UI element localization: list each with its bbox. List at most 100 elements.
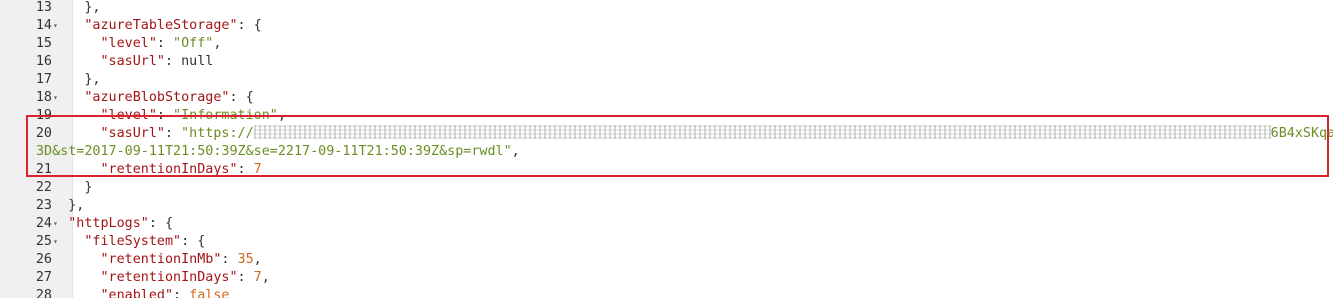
code-line[interactable]: 21 "retentionInDays": 7 — [0, 161, 1330, 179]
token-pun: }, — [84, 0, 101, 15]
code-line[interactable]: 27 "retentionInDays": 7, — [0, 269, 1330, 287]
line-number: 23 — [35, 198, 52, 213]
line-number: 25 — [35, 234, 52, 249]
line-number: 16 — [35, 54, 52, 69]
token-str: 3D&st=2017-09-11T21:50:39Z&se=2217-09-11… — [36, 144, 512, 159]
code-line[interactable]: 14 ▾ "azureTableStorage": { — [0, 17, 1330, 35]
line-number: 21 — [35, 162, 52, 177]
code-line[interactable]: 17}, — [0, 71, 1330, 89]
line-text: }, — [68, 197, 84, 215]
token-key: "httpLogs" — [68, 216, 149, 231]
code-line[interactable]: 26 "retentionInMb": 35, — [0, 251, 1330, 269]
code-line[interactable]: 20 "sasUrl": "https://6B4xSKqaQ6UyXoYUEyu… — [0, 125, 1343, 143]
line-number: 26 — [35, 252, 52, 267]
token-pun: : { — [237, 18, 262, 33]
code-editor[interactable]: 13}, 14 ▾ "azureTableStorage": {15 "level": … — [0, 0, 1343, 298]
wrapped-line-text: 3D&st=2017-09-11T21:50:39Z&se=2217-09-11… — [36, 143, 520, 161]
token-pun: } — [84, 180, 93, 195]
line-number: 18 — [35, 90, 52, 105]
line-number: 20 — [35, 126, 52, 141]
line-number: 24 — [35, 216, 52, 231]
token-pun: : — [173, 288, 190, 298]
token-pun: , — [261, 270, 270, 285]
token-key: "fileSystem" — [84, 234, 182, 249]
line-text: "retentionInMb": 35, — [100, 251, 261, 269]
line-text: "sasUrl": "https://6B4xSKqaQ6UyXoYUEyuY% — [100, 125, 1343, 143]
token-num: 35 — [237, 252, 254, 267]
code-line[interactable]: 25 ▾ "fileSystem": { — [0, 233, 1330, 251]
line-number: 14 — [35, 18, 52, 33]
code-line[interactable]: 23}, — [0, 197, 1330, 215]
token-pun: : — [221, 252, 238, 267]
token-pun: : { — [181, 234, 206, 249]
token-key: "sasUrl" — [100, 54, 165, 69]
token-key: "azureTableStorage" — [84, 18, 238, 33]
fold-toggle-icon[interactable]: ▾ — [53, 233, 63, 251]
token-pun: , — [253, 252, 262, 267]
code-line[interactable]: 19 "level": "Information", — [0, 107, 1330, 125]
line-text: "retentionInDays": 7 — [100, 161, 261, 179]
line-text: "azureTableStorage": { — [84, 17, 261, 35]
token-pun: }, — [84, 72, 101, 87]
token-pun: : { — [148, 216, 174, 231]
token-str: "Information" — [173, 108, 278, 123]
code-line[interactable]: 3D&st=2017-09-11T21:50:39Z&se=2217-09-11… — [0, 143, 1330, 161]
token-nul: null — [181, 54, 214, 69]
token-key: "retentionInMb" — [100, 252, 222, 267]
token-pun: , — [511, 144, 520, 159]
token-pun: : — [156, 36, 174, 51]
token-num: false — [189, 288, 230, 298]
line-number: 15 — [35, 36, 52, 51]
token-key: "enabled" — [100, 288, 174, 298]
redacted-token — [253, 125, 1271, 139]
token-key: "sasUrl" — [100, 126, 165, 141]
fold-toggle-icon[interactable]: ▾ — [53, 89, 63, 107]
code-area[interactable]: 13}, 14 ▾ "azureTableStorage": {15 "level": … — [0, 0, 1343, 298]
line-text: "azureBlobStorage": { — [84, 89, 253, 107]
token-str: "Off" — [173, 36, 214, 51]
token-key: "level" — [100, 36, 157, 51]
line-text: "level": "Information", — [100, 107, 285, 125]
line-text: "retentionInDays": 7, — [100, 269, 269, 287]
token-pun: , — [277, 108, 286, 123]
code-line[interactable]: 18 ▾ "azureBlobStorage": { — [0, 89, 1330, 107]
code-line[interactable]: 24 ▾ "httpLogs": { — [0, 215, 1330, 233]
token-pun: : — [156, 108, 174, 123]
code-line[interactable]: 22} — [0, 179, 1330, 197]
line-text: "sasUrl": null — [100, 53, 213, 71]
line-text: "level": "Off", — [100, 35, 221, 53]
code-line[interactable]: 15 "level": "Off", — [0, 35, 1330, 53]
line-number: 22 — [35, 180, 52, 195]
token-pun: : — [237, 270, 254, 285]
fold-toggle-icon[interactable]: ▾ — [53, 215, 63, 233]
token-key: "azureBlobStorage" — [84, 90, 230, 105]
line-number: 27 — [35, 270, 52, 285]
token-num: 7 — [253, 162, 262, 177]
code-line[interactable]: 13}, — [0, 0, 1330, 17]
token-pun: : — [237, 162, 254, 177]
token-str: "https:// — [181, 126, 254, 141]
line-text: "enabled": false — [100, 287, 229, 298]
code-line[interactable]: 28 "enabled": false — [0, 287, 1330, 298]
line-text: }, — [84, 0, 100, 17]
line-number: 17 — [35, 72, 52, 87]
line-number: 28 — [35, 288, 52, 298]
token-pun: , — [213, 36, 222, 51]
token-pun: }, — [68, 198, 85, 213]
token-pun: : { — [229, 90, 254, 105]
token-key: "level" — [100, 108, 157, 123]
token-key: "retentionInDays" — [100, 162, 238, 177]
line-text: } — [84, 179, 92, 197]
line-text: "httpLogs": { — [68, 215, 173, 233]
token-num: 7 — [253, 270, 262, 285]
line-text: }, — [84, 71, 100, 89]
token-pun: : — [164, 126, 182, 141]
line-number: 19 — [35, 108, 52, 123]
vertical-scrollbar[interactable] — [1333, 0, 1343, 298]
token-key: "retentionInDays" — [100, 270, 238, 285]
line-number: 13 — [35, 0, 52, 15]
code-line[interactable]: 16 "sasUrl": null — [0, 53, 1330, 71]
fold-toggle-icon[interactable]: ▾ — [53, 17, 63, 35]
token-pun: : — [164, 54, 182, 69]
line-text: "fileSystem": { — [84, 233, 205, 251]
